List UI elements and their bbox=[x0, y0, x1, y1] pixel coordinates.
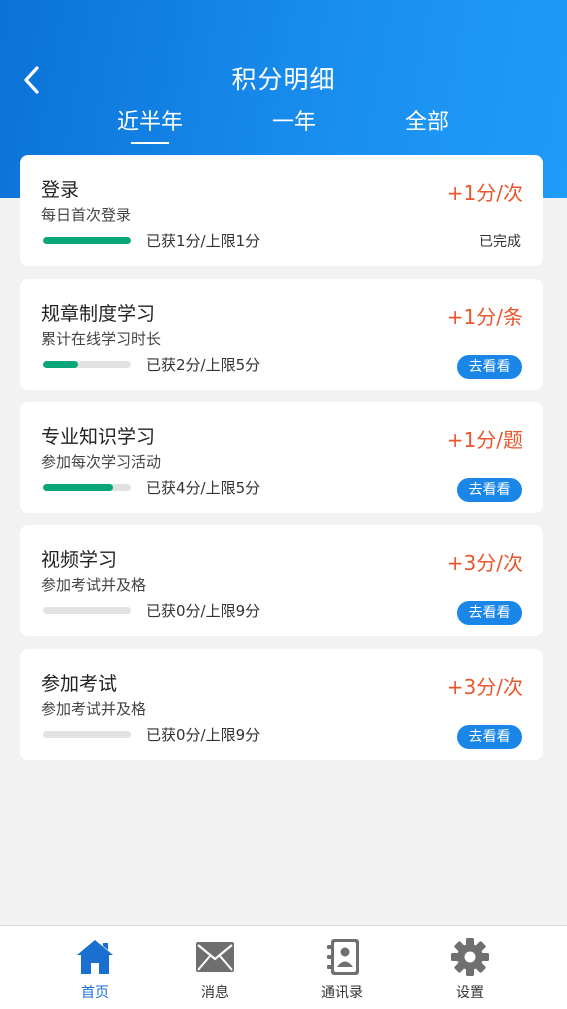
tabbar-home[interactable]: 首页 bbox=[45, 926, 145, 1009]
task-card-video: 视频学习 参加考试并及格 +3分/次 已获0分/上限9分 去看看 bbox=[20, 525, 543, 636]
task-points: +3分/次 bbox=[446, 551, 523, 575]
task-title: 登录 bbox=[41, 179, 80, 201]
task-title: 规章制度学习 bbox=[41, 303, 156, 325]
tabbar-label: 首页 bbox=[81, 985, 109, 1001]
progress-bar bbox=[43, 237, 131, 244]
task-title: 参加考试 bbox=[41, 673, 118, 695]
gear-icon bbox=[451, 938, 489, 976]
progress-fill bbox=[43, 361, 79, 368]
task-title: 视频学习 bbox=[41, 549, 118, 571]
task-points: +1分/题 bbox=[446, 428, 523, 452]
contacts-icon bbox=[327, 939, 359, 975]
status-completed: 已完成 bbox=[479, 234, 521, 250]
tab-active-indicator bbox=[131, 142, 169, 144]
tabbar-messages[interactable]: 消息 bbox=[165, 926, 265, 1009]
progress-fill bbox=[43, 237, 131, 244]
tab-label: 全部 bbox=[404, 110, 449, 135]
tabbar-label: 通讯录 bbox=[321, 985, 363, 1001]
task-subtitle: 参加考试并及格 bbox=[41, 700, 147, 718]
progress-text: 已获4分/上限5分 bbox=[146, 479, 261, 497]
task-card-exam: 参加考试 参加考试并及格 +3分/次 已获0分/上限9分 去看看 bbox=[20, 649, 543, 760]
task-points: +1分/条 bbox=[446, 305, 523, 329]
go-see-button[interactable]: 去看看 bbox=[457, 478, 522, 502]
tabbar-settings[interactable]: 设置 bbox=[420, 926, 520, 1009]
progress-bar bbox=[43, 361, 131, 368]
task-points: +3分/次 bbox=[446, 675, 523, 699]
progress-text: 已获1分/上限1分 bbox=[146, 232, 261, 250]
task-points: +1分/次 bbox=[446, 181, 523, 205]
progress-bar bbox=[43, 607, 131, 614]
tabbar-contacts[interactable]: 通讯录 bbox=[292, 926, 392, 1009]
page-title: 积分明细 bbox=[231, 65, 336, 94]
progress-bar bbox=[43, 731, 131, 738]
progress-text: 已获0分/上限9分 bbox=[146, 726, 261, 744]
task-subtitle: 每日首次登录 bbox=[41, 206, 132, 224]
task-card-knowledge: 专业知识学习 参加每次学习活动 +1分/题 已获4分/上限5分 去看看 bbox=[20, 402, 543, 513]
period-tabs: 近半年 一年 全部 bbox=[0, 104, 567, 144]
task-card-login: 登录 每日首次登录 +1分/次 已获1分/上限1分 已完成 bbox=[20, 155, 543, 266]
home-icon bbox=[77, 940, 113, 974]
tab-half-year[interactable]: 近半年 bbox=[90, 104, 210, 144]
task-subtitle: 参加考试并及格 bbox=[41, 576, 147, 594]
mail-icon bbox=[196, 942, 234, 972]
task-subtitle: 累计在线学习时长 bbox=[41, 330, 162, 348]
go-see-button[interactable]: 去看看 bbox=[457, 601, 522, 625]
tabbar-label: 消息 bbox=[201, 985, 229, 1001]
task-subtitle: 参加每次学习活动 bbox=[41, 453, 162, 471]
go-see-button[interactable]: 去看看 bbox=[457, 725, 522, 749]
progress-bar bbox=[43, 484, 131, 491]
progress-text: 已获0分/上限9分 bbox=[146, 602, 261, 620]
tab-one-year[interactable]: 一年 bbox=[234, 104, 354, 144]
tabbar-label: 设置 bbox=[456, 985, 484, 1001]
progress-fill bbox=[43, 484, 114, 491]
task-card-regulations: 规章制度学习 累计在线学习时长 +1分/条 已获2分/上限5分 去看看 bbox=[20, 279, 543, 390]
task-title: 专业知识学习 bbox=[41, 426, 156, 448]
bottom-tab-bar: 首页 消息 通讯录 设置 bbox=[0, 925, 567, 1009]
progress-text: 已获2分/上限5分 bbox=[146, 356, 261, 374]
go-see-button[interactable]: 去看看 bbox=[457, 355, 522, 379]
tab-label: 一年 bbox=[271, 110, 316, 135]
tab-label: 近半年 bbox=[116, 110, 183, 135]
tab-all[interactable]: 全部 bbox=[367, 104, 487, 144]
